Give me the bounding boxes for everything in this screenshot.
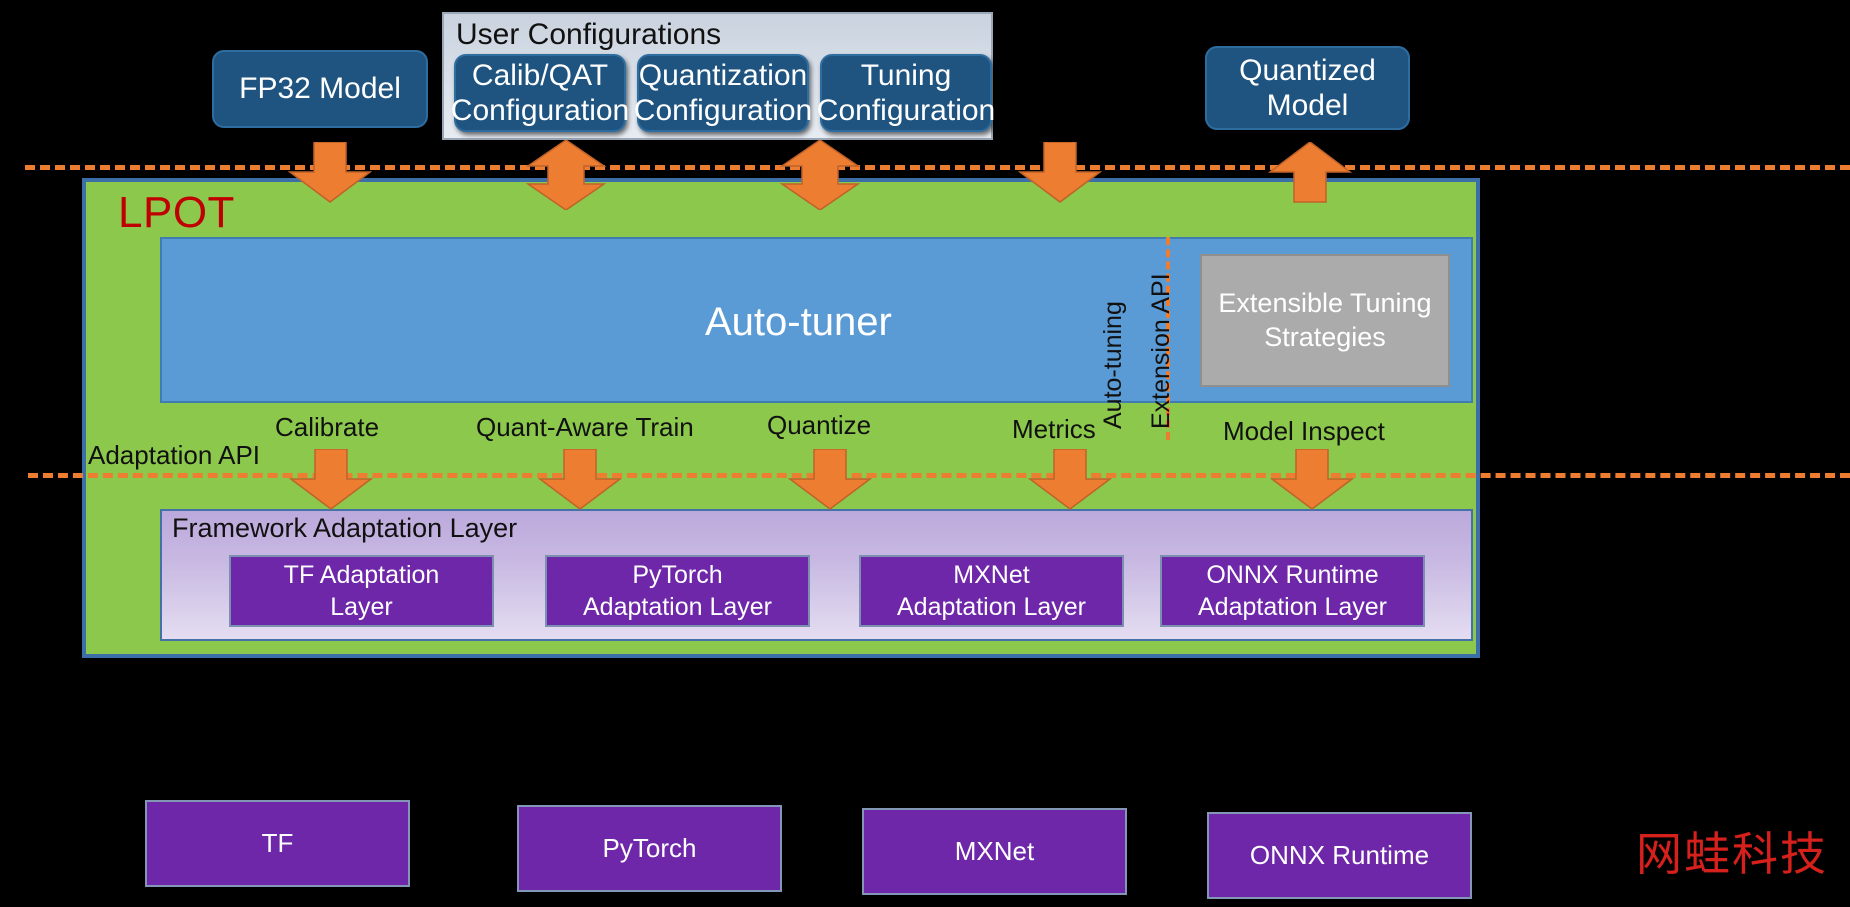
diagram-canvas: FP32 Model User Configurations Calib/QAT…	[0, 0, 1850, 907]
tf-adaptation-layer-box: TF Adaptation Layer	[229, 555, 494, 627]
auto-tuner-label: Auto-tuner	[705, 300, 892, 344]
adaptation-api-label: Adaptation API	[88, 440, 261, 470]
framework-box-onnx-runtime: ONNX Runtime	[1207, 812, 1472, 899]
framework-label-mxnet: MXNet	[954, 836, 1035, 866]
framework-label-tf: TF	[261, 828, 294, 858]
arrow-down-calibrate	[289, 449, 373, 510]
arrow-up-quantized-model	[1268, 142, 1352, 203]
pytorch-adaptation-layer-box: PyTorch Adaptation Layer	[545, 555, 810, 627]
arrow-down-model-inspect	[1270, 449, 1354, 510]
mxnet-adaptation-layer-label: MXNet Adaptation Layer	[897, 559, 1086, 624]
pt-al-line1: PyTorch	[632, 560, 723, 589]
extensible-tuning-strategies-box: Extensible Tuning Strategies	[1200, 254, 1450, 387]
fp32-model-box: FP32 Model	[212, 50, 428, 128]
fp32-model-label: FP32 Model	[239, 72, 401, 106]
quantization-configuration-box: Quantization Configuration	[634, 54, 812, 132]
tuning-line1: Tuning	[860, 58, 952, 92]
onnx-adaptation-layer-label: ONNX Runtime Adaptation Layer	[1198, 559, 1387, 624]
calib-qat-line2: Configuration	[450, 94, 630, 127]
tf-al-line1: TF Adaptation	[283, 560, 440, 589]
calib-qat-configuration-box: Calib/QAT Configuration	[451, 54, 629, 132]
arrow-down-fp32-model	[288, 142, 372, 203]
arrow-down-metrics	[1028, 449, 1112, 510]
mxnet-adaptation-layer-box: MXNet Adaptation Layer	[859, 555, 1124, 627]
framework-box-tf: TF	[145, 800, 410, 887]
mid-label-model-inspect: Model Inspect	[1223, 416, 1385, 446]
arrow-down-tuning-configuration	[1018, 142, 1102, 203]
tuning-configuration-box: Tuning Configuration	[817, 54, 995, 132]
mid-label-calibrate: Calibrate	[275, 412, 380, 442]
quantized-model-box: Quantized Model	[1205, 46, 1410, 130]
arrow-bidirectional-quantization	[779, 140, 861, 210]
mid-label-quant-aware-train: Quant-Aware Train	[476, 412, 694, 442]
ext-strategies-line1: Extensible Tuning	[1218, 287, 1432, 318]
onnx-runtime-adaptation-layer-box: ONNX Runtime Adaptation Layer	[1160, 555, 1425, 627]
framework-adaptation-layer-panel: Framework Adaptation Layer TF Adaptation…	[160, 509, 1473, 641]
framework-box-pytorch: PyTorch	[517, 805, 782, 892]
watermark: 网蛙科技	[1636, 827, 1828, 881]
quantized-model-line2: Model	[1266, 89, 1349, 122]
user-configurations-title: User Configurations	[456, 18, 722, 51]
lpot-label: LPOT	[118, 188, 235, 237]
arrow-bidirectional-calib-qat	[525, 140, 607, 210]
mid-label-quantize: Quantize	[767, 410, 872, 440]
tf-adaptation-layer-label: TF Adaptation Layer	[284, 559, 440, 624]
quantized-model-label: Quantized Model	[1239, 53, 1376, 124]
mx-al-line2: Adaptation Layer	[896, 593, 1087, 621]
pt-al-line2: Adaptation Layer	[582, 593, 773, 621]
user-configurations-panel: User Configurations Calib/QAT Configurat…	[442, 12, 995, 140]
calib-qat-configuration-label: Calib/QAT Configuration	[451, 58, 629, 129]
arrow-down-quantize	[788, 449, 872, 510]
quantized-model-line1: Quantized	[1239, 53, 1376, 87]
mx-al-line1: MXNet	[953, 560, 1030, 589]
onnx-al-line1: ONNX Runtime	[1206, 560, 1379, 589]
extension-api-vertical-label: Extension API	[1147, 273, 1175, 429]
arrow-down-quant-aware-train	[538, 449, 622, 510]
pytorch-adaptation-layer-label: PyTorch Adaptation Layer	[583, 559, 772, 624]
quantization-configuration-label: Quantization Configuration	[634, 58, 812, 129]
tuning-line2: Configuration	[816, 94, 996, 127]
framework-label-pytorch: PyTorch	[602, 833, 697, 863]
quantization-line2: Configuration	[633, 94, 813, 127]
tuning-configuration-label: Tuning Configuration	[817, 58, 995, 129]
ext-strategies-line2: Strategies	[1264, 321, 1386, 352]
tf-al-line2: Layer	[330, 593, 393, 621]
extensible-tuning-strategies-label: Extensible Tuning Strategies	[1218, 287, 1431, 355]
framework-label-onnx-runtime: ONNX Runtime	[1249, 840, 1430, 870]
framework-adaptation-layer-title: Framework Adaptation Layer	[172, 513, 518, 543]
framework-box-mxnet: MXNet	[862, 808, 1127, 895]
onnx-al-line2: Adaptation Layer	[1197, 593, 1388, 621]
calib-qat-line1: Calib/QAT	[471, 58, 609, 92]
mid-label-metrics: Metrics	[1012, 414, 1096, 444]
auto-tuning-vertical-label: Auto-tuning	[1099, 301, 1127, 429]
quantization-line1: Quantization	[638, 58, 808, 92]
